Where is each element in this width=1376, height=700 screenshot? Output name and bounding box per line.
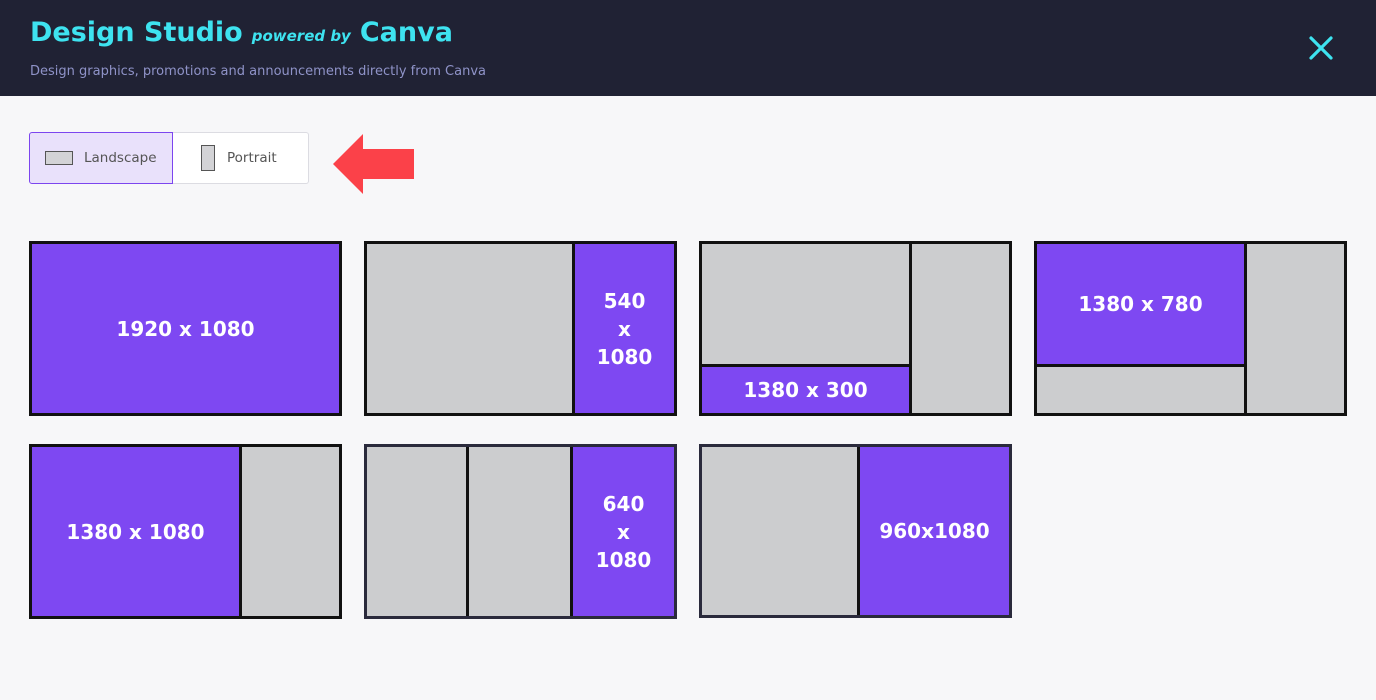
- portrait-label: Portrait: [227, 150, 277, 166]
- template-label: 960x1080: [860, 447, 1009, 615]
- placeholder-region: [702, 244, 912, 364]
- template-960x1080[interactable]: 960x1080: [699, 444, 1012, 618]
- landscape-label: Landscape: [84, 150, 157, 166]
- placeholder-region: [469, 447, 573, 616]
- template-640x1080[interactable]: 640 x 1080: [364, 444, 677, 619]
- placeholder-region: [912, 244, 1009, 413]
- placeholder-region: [702, 447, 860, 615]
- title-text: Design Studio: [30, 17, 243, 48]
- template-540x1080[interactable]: 540 x 1080: [364, 241, 677, 416]
- landscape-option[interactable]: Landscape: [29, 132, 173, 184]
- modal-header: Design Studio powered by Canva Design gr…: [0, 0, 1376, 96]
- template-1380x1080[interactable]: 1380 x 1080: [29, 444, 342, 619]
- placeholder-region: [1247, 244, 1344, 413]
- placeholder-region: [367, 447, 469, 616]
- close-icon: [1309, 36, 1333, 60]
- placeholder-region: [1037, 364, 1247, 413]
- template-1380x780[interactable]: 1380 x 780: [1034, 241, 1347, 416]
- placeholder-region: [242, 447, 339, 616]
- template-1920x1080[interactable]: 1920 x 1080: [29, 241, 342, 416]
- close-button[interactable]: [1306, 33, 1336, 63]
- brand-name: Canva: [359, 17, 453, 48]
- template-label: 1380 x 1080: [32, 447, 242, 616]
- modal-subtitle: Design graphics, promotions and announce…: [30, 64, 487, 79]
- template-label: 1380 x 300: [702, 364, 912, 413]
- portrait-option[interactable]: Portrait: [173, 132, 309, 184]
- template-1380x300[interactable]: 1380 x 300: [699, 241, 1012, 416]
- template-label: 540 x 1080: [572, 244, 674, 413]
- template-label: 1380 x 780: [1037, 244, 1247, 364]
- modal-title: Design Studio powered by Canva: [30, 17, 453, 48]
- orientation-toggle: Landscape Portrait: [29, 132, 309, 184]
- portrait-rect-icon: [201, 145, 215, 171]
- red-arrow-left-icon: [333, 134, 414, 194]
- landscape-rect-icon: [45, 151, 73, 165]
- placeholder-region: [367, 244, 572, 413]
- template-label: 640 x 1080: [573, 447, 674, 616]
- template-label: 1920 x 1080: [32, 244, 339, 413]
- powered-by-text: powered by: [251, 27, 351, 45]
